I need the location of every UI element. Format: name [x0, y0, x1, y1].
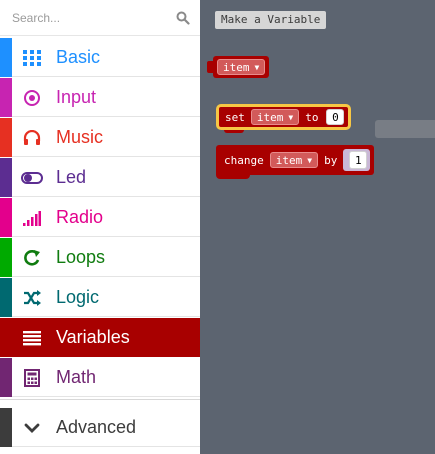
set-keyword: set: [225, 110, 245, 124]
category-color-bar: [0, 38, 12, 77]
category-label: Variables: [56, 327, 130, 347]
variable-name: item: [223, 60, 250, 74]
category-color-bar: [0, 408, 12, 447]
category-music[interactable]: Music: [0, 118, 200, 157]
category-color-bar: [0, 318, 12, 357]
variable-name: item: [256, 110, 284, 124]
category-color-bar: [0, 358, 12, 397]
variable-dropdown[interactable]: item ▼: [217, 59, 266, 75]
category-color-bar: [0, 238, 12, 277]
variable-name: item: [275, 153, 303, 167]
category-label: Loops: [56, 247, 106, 267]
category-label: Advanced: [56, 417, 137, 437]
grid-icon: [21, 47, 43, 69]
search-input[interactable]: [12, 8, 162, 28]
dropdown-arrow-icon: ▼: [307, 155, 313, 165]
category-logic[interactable]: Logic: [0, 278, 200, 317]
signal-bars-icon: [21, 207, 43, 229]
category-basic[interactable]: Basic: [0, 38, 200, 77]
calculator-icon: [21, 367, 43, 389]
toolbox-divider: [0, 399, 200, 405]
toggle-icon: [21, 167, 43, 189]
category-label: Input: [56, 87, 97, 107]
category-radio[interactable]: Radio: [0, 198, 200, 237]
target-icon: [21, 87, 43, 109]
category-color-bar: [0, 158, 12, 197]
value-input[interactable]: 0: [326, 109, 345, 125]
shuffle-icon: [21, 287, 43, 309]
category-color-bar: [0, 118, 12, 157]
dropdown-arrow-icon: ▼: [288, 112, 294, 122]
category-label: Basic: [56, 47, 101, 67]
dropdown-arrow-icon: ▼: [254, 62, 260, 72]
category-color-bar: [0, 198, 12, 237]
variable-dropdown[interactable]: item ▼: [250, 109, 300, 125]
change-keyword: change: [224, 153, 264, 167]
to-keyword: to: [305, 110, 319, 124]
category-variables[interactable]: Variables: [0, 318, 200, 357]
value-input[interactable]: 1: [349, 151, 368, 169]
blocks-flyout: Make a Variable shake item ▼ set item ▼ …: [200, 0, 435, 454]
category-label: Math: [56, 367, 97, 387]
item-variable-block[interactable]: item ▼: [207, 56, 270, 78]
by-keyword: by: [324, 153, 338, 167]
make-variable-button[interactable]: Make a Variable: [215, 11, 327, 29]
category-label: Logic: [56, 287, 100, 307]
list-icon: [21, 327, 43, 349]
category-color-bar: [0, 278, 12, 317]
search-icon[interactable]: [176, 10, 190, 25]
category-advanced[interactable]: Advanced: [0, 408, 200, 447]
block-connector: [207, 61, 215, 73]
set-variable-block[interactable]: set item ▼ to 0: [216, 104, 352, 130]
refresh-icon: [21, 247, 43, 269]
chevron-down-icon: [21, 417, 43, 439]
toolbox-search: [0, 0, 200, 36]
category-label: Led: [56, 167, 87, 187]
variable-dropdown[interactable]: item ▼: [269, 152, 319, 168]
category-color-bar: [0, 78, 12, 117]
category-loops[interactable]: Loops: [0, 238, 200, 277]
headphones-icon: [21, 127, 43, 149]
number-socket: 1: [343, 149, 371, 171]
category-label: Radio: [56, 207, 104, 227]
category-led[interactable]: Led: [0, 158, 200, 197]
category-math[interactable]: Math: [0, 358, 200, 397]
change-variable-block[interactable]: change item ▼ by 1: [216, 145, 375, 175]
category-input[interactable]: Input: [0, 78, 200, 117]
background-block: [375, 120, 435, 138]
makecode-editor: Basic Input Music Led: [0, 0, 435, 454]
category-label: Music: [56, 127, 104, 147]
toolbox-sidebar: Basic Input Music Led: [0, 0, 200, 454]
